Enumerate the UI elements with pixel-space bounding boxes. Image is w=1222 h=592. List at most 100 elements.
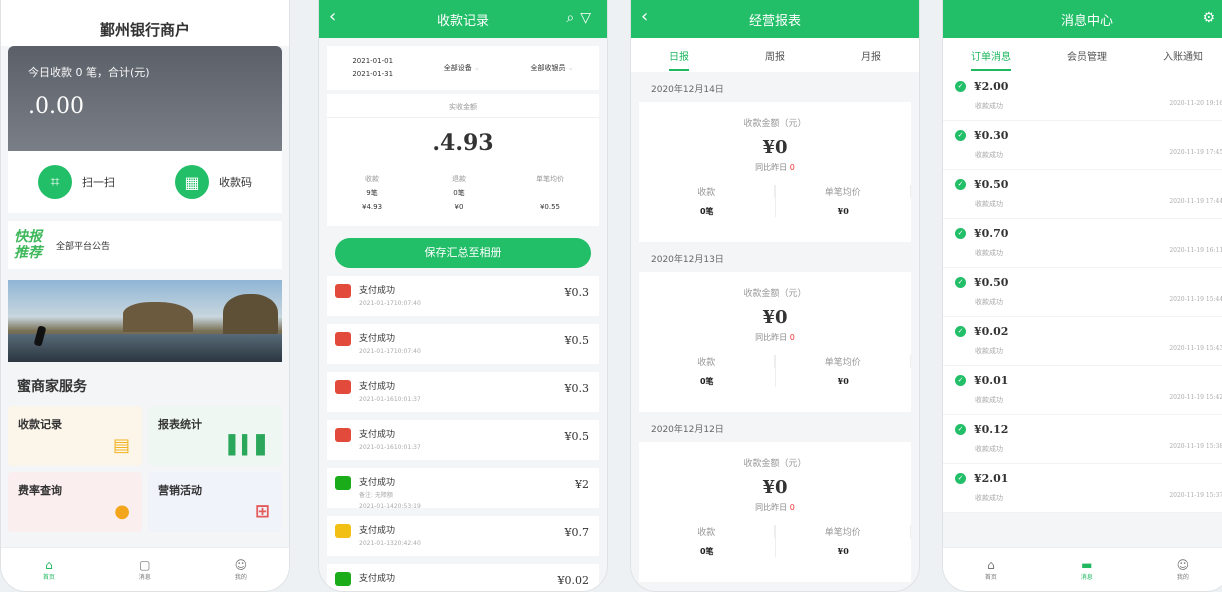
qr-code-button[interactable]: ▦ 收款码 (175, 165, 252, 199)
scan-label: 扫一扫 (82, 176, 115, 189)
message-amount-row: ✓ ¥0.12 (955, 423, 1219, 436)
announcement-bar[interactable]: 快报推荐 全部平台公告 (8, 221, 282, 269)
record-item[interactable]: 支付成功 2021-01-1710:07:40 ¥0.5 (327, 324, 599, 364)
tile-marketing[interactable]: 营销活动 ⊞ (148, 472, 282, 532)
tab-messages[interactable]: ▢ 消息 (139, 558, 151, 581)
tile-label: 报表统计 (158, 418, 202, 431)
message-amount-row: ✓ ¥2.00 (955, 80, 1219, 93)
message-item[interactable]: ✓¥2.01收款成功2020-11-19 15:37:5 (943, 464, 1222, 513)
check-icon: ✓ (955, 326, 966, 337)
search-filter-icons[interactable]: ⌕▽ (566, 10, 597, 26)
balance-card[interactable]: 今日收款 0 笔，合计(元) .0.00 (8, 46, 282, 151)
record-item[interactable]: 支付成功 ¥0.02 (327, 564, 599, 591)
tab-label: 首页 (42, 574, 55, 581)
stat-average: 单笔均价 ¥0 (776, 355, 911, 387)
tab-credit-notice[interactable]: 入账通知 (1163, 48, 1203, 63)
amount-label: 收款金额（元） (743, 289, 807, 299)
user-icon: ☺ (234, 558, 248, 572)
records-list: 支付成功 2021-01-1710:07:40 ¥0.3 支付成功 2021-01-17… (319, 276, 607, 591)
record-info: 支付成功 2021-01-1710:07:40 (359, 331, 421, 355)
scan-button[interactable]: ⌗ 扫一扫 (38, 165, 115, 199)
record-item[interactable]: 支付成功 2021-01-1710:07:40 ¥0.3 (327, 276, 599, 316)
message-time: 2020-11-19 15:38:5 (1169, 443, 1222, 450)
message-item[interactable]: ✓¥0.01收款成功2020-11-19 15:42:2 (943, 366, 1222, 415)
section-title: 蜜商家服务 (17, 379, 87, 395)
message-time: 2020-11-19 16:11:3 (1169, 247, 1222, 254)
tab-daily[interactable]: 日报 (669, 48, 689, 71)
check-icon: ✓ (955, 228, 966, 239)
message-amount-row: ✓ ¥0.01 (955, 374, 1219, 387)
record-title: 支付成功 (359, 478, 396, 488)
bottom-tabbar: ⌂ 首页 ▢ 消息 ☺ 我的 (1, 547, 289, 591)
check-icon: ✓ (955, 81, 966, 92)
yoy-line: 同比昨日 0 (639, 332, 911, 343)
message-amount: ¥0.01 (974, 374, 1009, 387)
record-title: 支付成功 (359, 286, 396, 296)
tab-messages[interactable]: ▬ 消息 (1081, 558, 1093, 581)
message-time: 2020-11-19 15:44:1 (1169, 296, 1222, 303)
message-item[interactable]: ✓¥0.70收款成功2020-11-19 16:11:3 (943, 219, 1222, 268)
report-stats: 收款 0笔 单笔均价 ¥0 (639, 185, 911, 217)
promo-banner[interactable] (8, 280, 282, 362)
yoy-value: 0 (789, 503, 795, 512)
amount-value: ¥0 (762, 307, 788, 328)
tab-monthly[interactable]: 月报 (861, 48, 881, 63)
report-card[interactable]: 收款金额（元） ¥0 同比昨日 0 收款 0笔 单笔均价 ¥0 (639, 272, 911, 412)
nav-title: 经营报表 (748, 13, 801, 29)
tile-fee-query[interactable]: 费率查询 ● (8, 472, 142, 532)
message-item[interactable]: ✓¥0.12收款成功2020-11-19 15:38:5 (943, 415, 1222, 464)
tab-label: 我的 (234, 574, 247, 581)
message-tabs: 订单消息 会员管理 入账通知 (943, 38, 1222, 72)
tab-weekly[interactable]: 周报 (765, 48, 785, 63)
record-item[interactable]: 支付成功 2021-01-1610:01:37 ¥0.3 (327, 372, 599, 412)
record-info: 支付成功 2021-01-1320:42:40 (359, 523, 421, 547)
report-card[interactable]: 收款金额（元） ¥0 同比昨日 0 收款 0笔 单笔均价 ¥0 (639, 102, 911, 242)
report-date: 2020年12月14日 (631, 78, 919, 102)
tab-home[interactable]: ⌂ 首页 (985, 558, 997, 581)
tile-report-stats[interactable]: 报表统计 ▌▍▋ (148, 406, 282, 466)
stat-value: ¥0 (837, 376, 849, 386)
qr-code-icon: ▦ (175, 165, 209, 199)
stat-average: 单笔均价 ¥0 (776, 525, 911, 557)
message-item[interactable]: ✓¥0.50收款成功2020-11-19 15:44:1 (943, 268, 1222, 317)
stat-count: 收款 0笔 (639, 185, 776, 217)
message-item[interactable]: ✓¥0.50收款成功2020-11-19 17:44:3 (943, 170, 1222, 219)
stat-amount: ¥0 (454, 203, 464, 211)
record-item[interactable]: 支付成功 2021-01-1610:01:37 ¥0.5 (327, 420, 599, 460)
message-time: 2020-11-19 15:43:1 (1169, 345, 1222, 352)
message-item[interactable]: ✓¥0.02收款成功2020-11-19 15:43:1 (943, 317, 1222, 366)
tab-order-messages[interactable]: 订单消息 (971, 48, 1011, 71)
date-range-picker[interactable]: 2021-01-01 2021-01-31 (352, 55, 393, 81)
device-filter[interactable]: 全部设备 ⌄ (444, 63, 480, 73)
daily-report: 2020年12月14日 收款金额（元） ¥0 同比昨日 0 收款 0笔 单笔均价 ¥0 (631, 78, 919, 242)
tile-label: 营销活动 (158, 484, 202, 497)
record-date: 2021-01-1610:01:37 (359, 396, 421, 403)
save-summary-button[interactable]: 保存汇总至相册 (335, 238, 591, 268)
record-amount: ¥0.5 (564, 334, 590, 347)
navbar: ‹ 经营报表 (631, 0, 919, 38)
record-amount: ¥0.3 (564, 286, 590, 299)
cashier-filter[interactable]: 全部收银员 ⌄ (531, 63, 574, 73)
tab-mine[interactable]: ☺ 我的 (235, 558, 248, 581)
tab-home[interactable]: ⌂ 首页 (43, 558, 55, 581)
stat-value: ¥0 (837, 546, 849, 556)
scan-icon: ⌗ (38, 165, 72, 199)
gear-icon[interactable]: ⚙ (1202, 10, 1221, 26)
stat-label: 收款 (639, 355, 775, 368)
chevron-down-icon: ⌄ (473, 64, 480, 72)
back-icon[interactable]: ‹ (641, 8, 648, 26)
tab-mine[interactable]: ☺ 我的 (1177, 558, 1190, 581)
summary-label: 实收金额 (327, 94, 599, 118)
record-item[interactable]: 支付成功 2021-01-1320:42:40 ¥0.7 (327, 516, 599, 556)
message-item[interactable]: ✓¥0.30收款成功2020-11-19 17:45:0 (943, 121, 1222, 170)
record-item[interactable]: 支付成功 备注: 无障额 2021-01-1420:53:19 ¥2 (327, 468, 599, 510)
tile-payment-records[interactable]: 收款记录 ▤ (8, 406, 142, 466)
tab-label: 消息 (1080, 574, 1093, 581)
report-card[interactable]: 收款金额（元） ¥0 同比昨日 0 收款 0笔 单笔均价 ¥0 (639, 442, 911, 582)
back-icon[interactable]: ‹ (329, 8, 336, 26)
tab-member-management[interactable]: 会员管理 (1067, 48, 1107, 63)
record-title: 支付成功 (359, 334, 396, 344)
tile-label: 收款记录 (18, 418, 62, 431)
message-amount-row: ✓ ¥2.01 (955, 472, 1219, 485)
message-item[interactable]: ✓¥2.00收款成功2020-11-20 19:16:5 (943, 72, 1222, 121)
